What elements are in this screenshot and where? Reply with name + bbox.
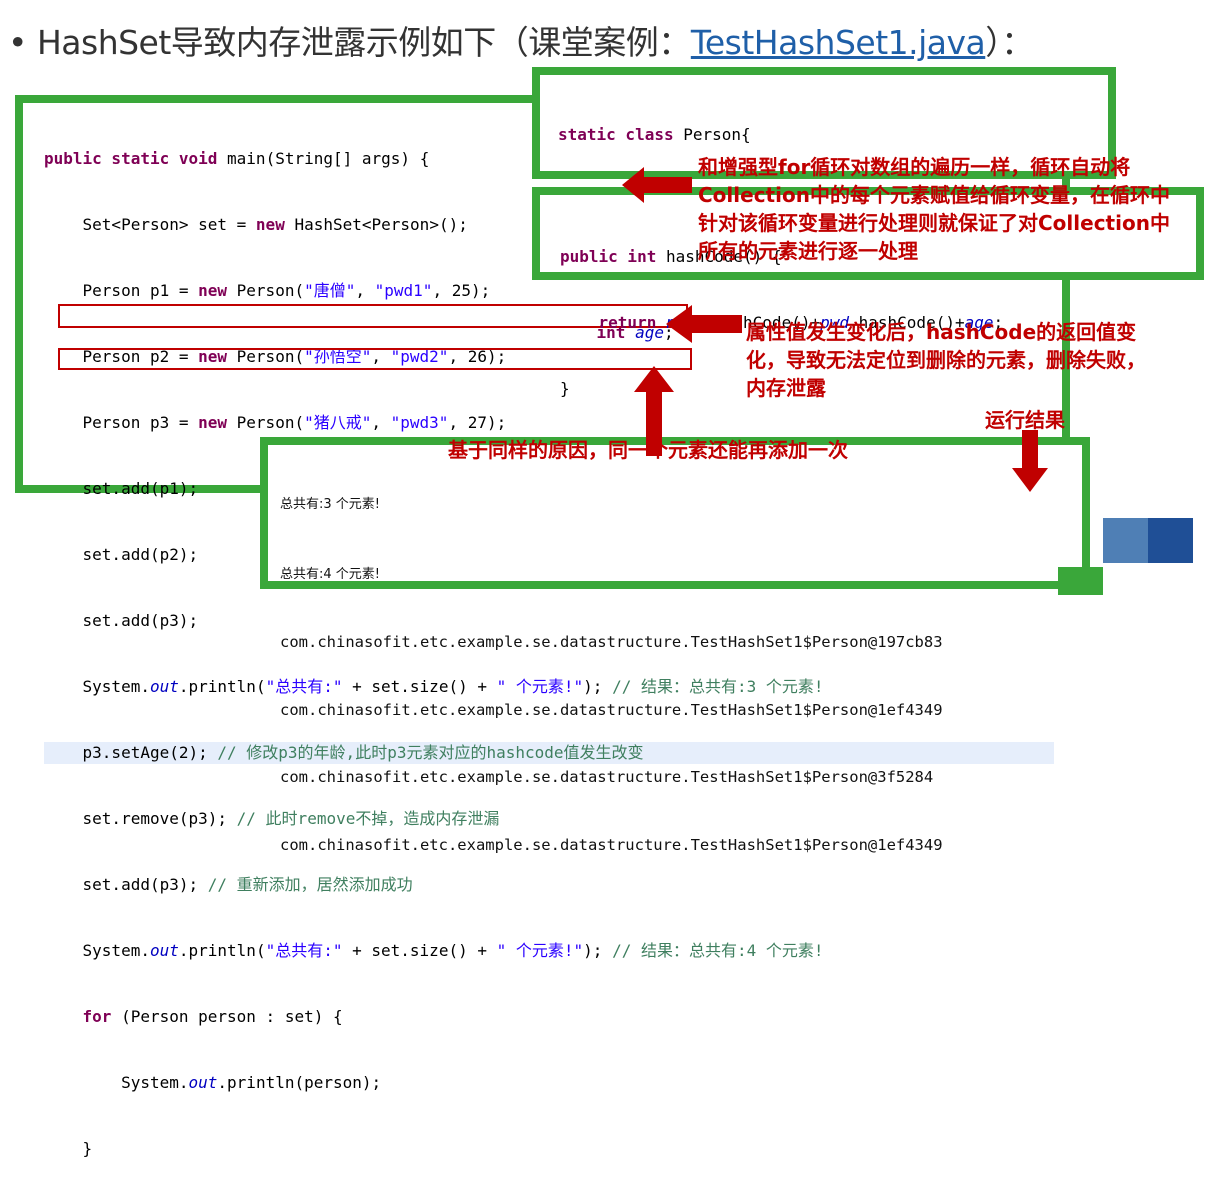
output-line: com.chinasofit.etc.example.se.datastruct… bbox=[280, 700, 943, 719]
code-line: for (Person person : set) { bbox=[44, 1007, 343, 1026]
title-text: HashSet导致内存泄露示例如下（课堂案例： bbox=[36, 23, 691, 62]
output-line: com.chinasofit.etc.example.se.datastruct… bbox=[280, 835, 943, 854]
code-line: System.out.println("总共有:" + set.size() +… bbox=[44, 941, 824, 960]
output-line: com.chinasofit.etc.example.se.datastruct… bbox=[280, 633, 943, 651]
output-line: 总共有:3 个元素! bbox=[280, 497, 380, 512]
arrow-left-hashcode bbox=[666, 305, 742, 343]
deco-square-light bbox=[1103, 518, 1148, 563]
bullet: • bbox=[8, 23, 27, 62]
foreach-note: 和增强型for循环对数组的遍历一样，循环自动将Collection中的每个元素赋… bbox=[698, 155, 1170, 263]
arrow-down-result bbox=[1012, 430, 1048, 492]
output-line: com.chinasofit.etc.example.se.datastruct… bbox=[280, 768, 934, 786]
readd-note: 基于同样的原因，同一个元素还能再添加一次 bbox=[448, 438, 848, 462]
deco-square-dark bbox=[1148, 518, 1193, 563]
code-line: System.out.println(person); bbox=[44, 1073, 382, 1092]
page-title: • HashSet导致内存泄露示例如下（课堂案例：TestHashSet1.ja… bbox=[8, 16, 1034, 64]
title-tail: ）： bbox=[985, 23, 1034, 62]
console-output: 总共有:3 个元素! 总共有:4 个元素! com.chinasofit.etc… bbox=[280, 447, 943, 879]
hashcode-note: 属性值发生变化后，hashCode的返回值变化，导致无法定位到删除的元素，删除失… bbox=[746, 320, 1146, 400]
source-file-link[interactable]: TestHashSet1.java bbox=[691, 23, 986, 62]
green-accent-block bbox=[1058, 567, 1103, 595]
output-line: 总共有:4 个元素! bbox=[280, 566, 380, 582]
arrow-left-foreach bbox=[622, 167, 692, 203]
run-result-label: 运行结果 bbox=[985, 408, 1065, 432]
code-line: } bbox=[44, 1139, 93, 1158]
